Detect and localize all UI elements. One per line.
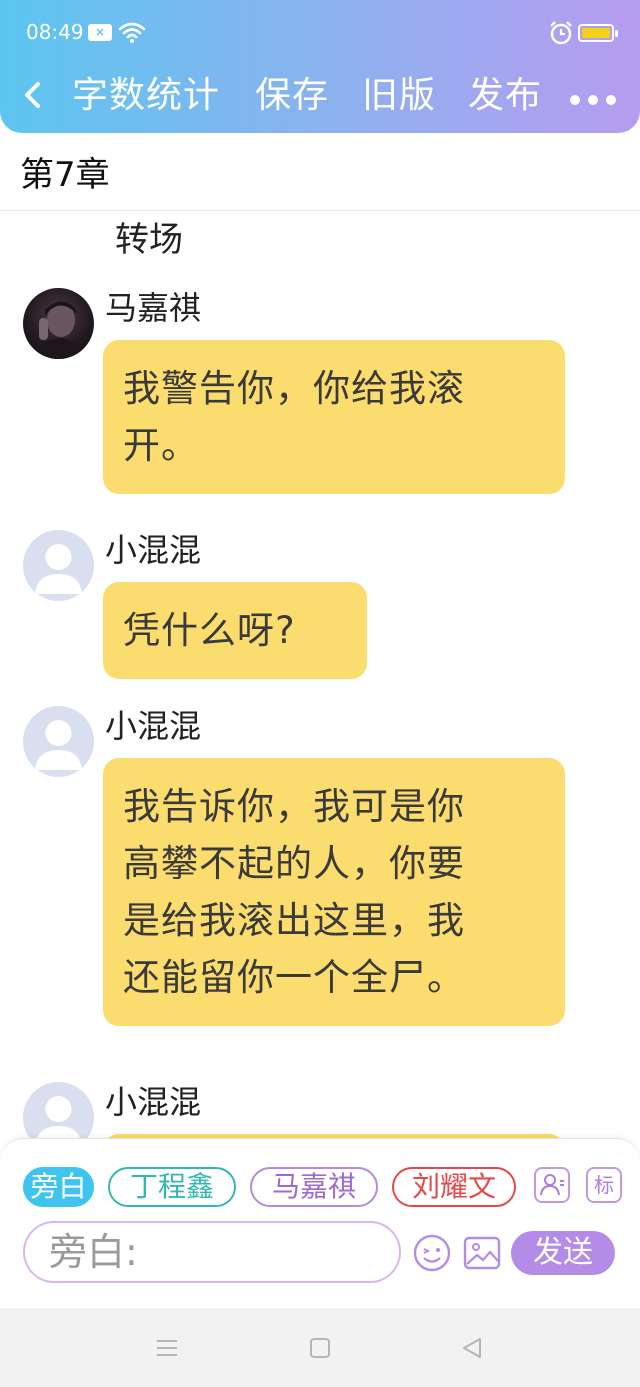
role-chip-narrator[interactable]: 旁白	[23, 1167, 94, 1207]
message-input[interactable]: 旁白:	[23, 1221, 401, 1283]
role-manage-icon[interactable]	[534, 1167, 570, 1203]
image-icon[interactable]	[462, 1233, 502, 1273]
top-nav: 字数统计 保存 旧版 发布	[0, 62, 640, 130]
sim-icon: ×	[88, 24, 112, 41]
menu-icon[interactable]	[156, 1338, 178, 1358]
role-chip-ma[interactable]: 马嘉祺	[250, 1167, 378, 1207]
message-line: 还能留你一个全尸。	[123, 956, 465, 999]
sender-name: 小混混	[105, 531, 202, 569]
emoji-icon[interactable]	[412, 1233, 452, 1273]
save-button[interactable]: 保存	[255, 72, 329, 120]
avatar[interactable]	[23, 706, 94, 777]
default-avatar-icon	[35, 544, 82, 594]
portrait-image	[33, 301, 85, 359]
scene-transition-text: 转场	[115, 220, 183, 260]
tag-button[interactable]: 标	[586, 1167, 622, 1203]
message-line: 开。	[123, 424, 199, 467]
avatar[interactable]	[23, 288, 94, 359]
chapter-title[interactable]: 第7章	[20, 147, 110, 196]
back-icon[interactable]	[20, 80, 46, 110]
default-avatar-icon	[35, 720, 82, 770]
old-version-button[interactable]: 旧版	[362, 72, 436, 120]
avatar[interactable]	[23, 530, 94, 601]
battery-icon	[578, 24, 618, 42]
message-bubble[interactable]: 我警告你，你给我滚 开。	[103, 340, 565, 494]
chapter-bar: 第7章	[0, 133, 640, 211]
message-line: 是给我滚出这里，我	[123, 899, 465, 942]
app-header: 08:49 × 字数统计 保存 旧版 发布	[0, 0, 640, 133]
send-button[interactable]: 发送	[511, 1231, 615, 1275]
message-line: 高攀不起的人，你要	[123, 842, 465, 885]
message-bubble[interactable]: 凭什么呀?	[103, 582, 367, 679]
avatar[interactable]	[23, 1082, 94, 1140]
word-count-button[interactable]: 字数统计	[72, 72, 220, 120]
default-avatar-icon	[36, 1096, 81, 1140]
composer-panel: 旁白 丁程鑫 马嘉祺 刘耀文 标 旁白: 发送	[0, 1138, 640, 1284]
wifi-icon	[118, 22, 146, 43]
message-line: 我告诉你，我可是你	[123, 785, 465, 828]
message-line: 我警告你，你给我滚	[123, 367, 465, 410]
sender-name: 马嘉祺	[105, 289, 202, 327]
sender-name: 小混混	[105, 707, 202, 745]
alarm-icon	[550, 21, 572, 45]
sender-name: 小混混	[105, 1083, 202, 1121]
chat-content[interactable]: 转场 马嘉祺 我警告你，你给我滚 开。 小混混 凭什么呀? 小混混 我告诉你，我…	[0, 212, 640, 1140]
system-nav-bar	[0, 1308, 640, 1387]
message-line: 凭什么呀?	[123, 609, 296, 652]
publish-button[interactable]: 发布	[468, 72, 542, 120]
status-bar: 08:49 ×	[0, 0, 640, 62]
message-bubble[interactable]: 我告诉你，我可是你 高攀不起的人，你要 是给我滚出这里，我 还能留你一个全尸。	[103, 758, 565, 1026]
status-time: 08:49	[26, 20, 84, 44]
more-icon[interactable]	[570, 90, 626, 105]
system-back-icon[interactable]	[460, 1336, 484, 1360]
home-icon[interactable]	[310, 1338, 330, 1358]
role-chip-ding[interactable]: 丁程鑫	[108, 1167, 236, 1207]
role-chip-liu[interactable]: 刘耀文	[392, 1167, 516, 1207]
